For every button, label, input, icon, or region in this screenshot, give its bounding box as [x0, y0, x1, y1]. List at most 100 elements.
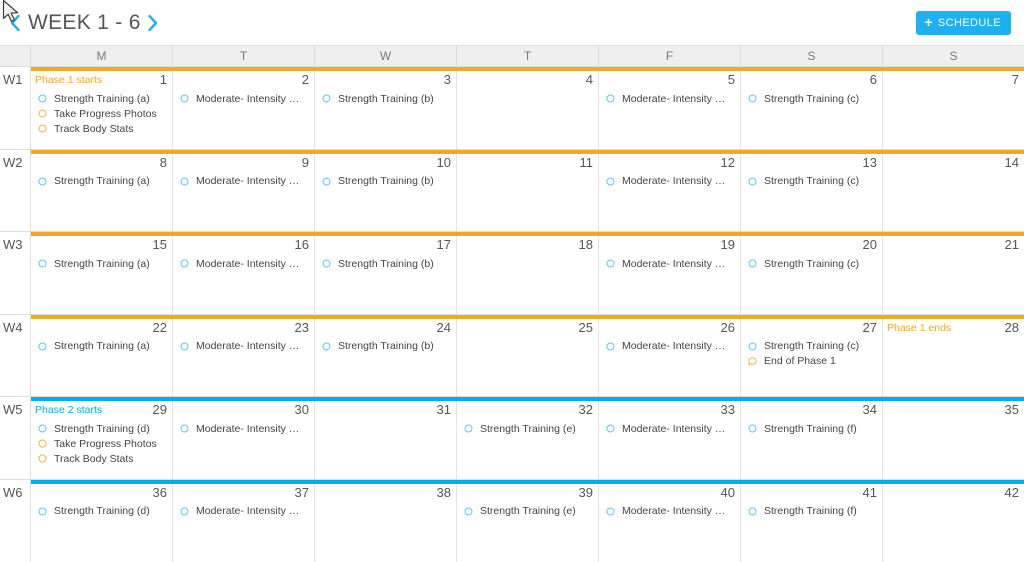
day-cell[interactable]: 16 Moderate- Intensity … [173, 232, 315, 314]
day-cell[interactable]: 14 [883, 149, 1024, 231]
day-cell[interactable]: 33 Moderate- Intensity … [599, 397, 741, 479]
day-cell[interactable]: 39 Strength Training (e) [457, 479, 599, 562]
day-cell[interactable]: 23 Moderate- Intensity … [173, 314, 315, 396]
day-cell[interactable]: 2 Moderate- Intensity … [173, 67, 315, 149]
circle-icon[interactable] [748, 341, 757, 351]
circle-icon[interactable] [38, 424, 47, 433]
circle-icon[interactable] [464, 424, 473, 433]
day-cell[interactable]: 10 Strength Training (b) [315, 149, 457, 231]
circle-icon[interactable] [606, 259, 615, 268]
previous-period-button[interactable] [4, 9, 26, 37]
event-item[interactable]: Strength Training (b) [322, 256, 452, 271]
day-cell[interactable]: 15 Strength Training (a) [31, 232, 173, 314]
circle-icon[interactable] [38, 124, 47, 133]
circle-icon[interactable] [180, 176, 189, 186]
circle-icon[interactable] [606, 506, 615, 516]
day-cell[interactable]: 37 Moderate- Intensity … [173, 479, 315, 562]
event-item[interactable]: Moderate- Intensity … [606, 339, 736, 354]
day-cell[interactable]: 26 Moderate- Intensity … [599, 314, 741, 396]
speech-bubble-icon[interactable] [748, 356, 757, 366]
day-cell[interactable]: Phase 1 starts 1 Strength Training (a) Take… [31, 67, 173, 149]
event-item[interactable]: Strength Training (c) [748, 339, 878, 354]
day-cell[interactable]: 32 Strength Training (e) [457, 397, 599, 479]
circle-icon[interactable] [322, 341, 331, 351]
event-item[interactable]: Moderate- Intensity … [180, 504, 310, 519]
circle-icon[interactable] [606, 94, 615, 103]
event-item[interactable]: Moderate- Intensity … [180, 256, 310, 271]
circle-icon[interactable] [180, 506, 189, 516]
day-cell[interactable]: 19 Moderate- Intensity … [599, 232, 741, 314]
circle-icon[interactable] [38, 176, 47, 186]
day-cell[interactable]: 24 Strength Training (b) [315, 314, 457, 396]
day-cell[interactable]: 31 [315, 397, 457, 479]
event-item[interactable]: Moderate- Intensity … [180, 174, 310, 189]
circle-icon[interactable] [748, 506, 757, 516]
event-item[interactable]: Strength Training (a) [38, 256, 168, 271]
circle-icon[interactable] [322, 259, 331, 268]
circle-icon[interactable] [322, 94, 331, 103]
circle-icon[interactable] [464, 506, 473, 516]
event-item[interactable]: Moderate- Intensity … [606, 504, 736, 519]
day-cell[interactable]: 34 Strength Training (f) [741, 397, 883, 479]
event-item[interactable]: Take Progress Photos [38, 106, 168, 121]
circle-icon[interactable] [180, 259, 189, 268]
day-cell[interactable]: 38 [315, 479, 457, 562]
event-item[interactable]: Moderate- Intensity … [606, 421, 736, 436]
event-item[interactable]: Strength Training (c) [748, 174, 878, 189]
add-schedule-button[interactable]: + SCHEDULE [916, 11, 1011, 35]
day-cell[interactable]: 36 Strength Training (d) [31, 479, 173, 562]
circle-icon[interactable] [748, 259, 757, 268]
event-item[interactable]: Strength Training (e) [464, 421, 594, 436]
event-item[interactable]: Strength Training (e) [464, 504, 594, 519]
day-cell[interactable]: 11 [457, 149, 599, 231]
day-cell[interactable]: 25 [457, 314, 599, 396]
event-item[interactable]: Strength Training (f) [748, 504, 878, 519]
event-item[interactable]: Strength Training (c) [748, 91, 878, 106]
circle-icon[interactable] [180, 341, 189, 351]
day-cell[interactable]: 20 Strength Training (c) [741, 232, 883, 314]
day-cell[interactable]: 40 Moderate- Intensity … [599, 479, 741, 562]
event-item[interactable]: Strength Training (c) [748, 256, 878, 271]
event-item[interactable]: Track Body Stats [38, 121, 168, 136]
day-cell[interactable]: 9 Moderate- Intensity … [173, 149, 315, 231]
circle-icon[interactable] [38, 259, 47, 268]
circle-icon[interactable] [748, 94, 757, 103]
day-cell[interactable]: 17 Strength Training (b) [315, 232, 457, 314]
event-item[interactable]: Strength Training (d) [38, 421, 168, 436]
circle-icon[interactable] [38, 506, 47, 516]
event-item[interactable]: Moderate- Intensity … [180, 421, 310, 436]
day-cell[interactable]: 18 [457, 232, 599, 314]
circle-icon[interactable] [38, 341, 47, 351]
circle-icon[interactable] [748, 176, 757, 186]
event-item[interactable]: Strength Training (a) [38, 174, 168, 189]
circle-icon[interactable] [38, 439, 47, 448]
circle-icon[interactable] [606, 341, 615, 351]
day-cell[interactable]: 3 Strength Training (b) [315, 67, 457, 149]
event-item[interactable]: Strength Training (a) [38, 339, 168, 354]
circle-icon[interactable] [38, 109, 47, 118]
day-cell[interactable]: 8 Strength Training (a) [31, 149, 173, 231]
event-item[interactable]: Track Body Stats [38, 451, 168, 466]
event-item[interactable]: End of Phase 1 [748, 354, 878, 369]
circle-icon[interactable] [180, 424, 189, 433]
circle-icon[interactable] [38, 454, 47, 463]
circle-icon[interactable] [606, 424, 615, 433]
event-item[interactable]: Strength Training (f) [748, 421, 878, 436]
day-cell[interactable]: 4 [457, 67, 599, 149]
day-cell[interactable]: 30 Moderate- Intensity … [173, 397, 315, 479]
day-cell[interactable]: 7 [883, 67, 1024, 149]
event-item[interactable]: Strength Training (b) [322, 91, 452, 106]
event-item[interactable]: Take Progress Photos [38, 436, 168, 451]
circle-icon[interactable] [748, 424, 757, 433]
day-cell[interactable]: 12 Moderate- Intensity … [599, 149, 741, 231]
day-cell[interactable]: Phase 1 ends 28 [883, 314, 1024, 396]
event-item[interactable]: Moderate- Intensity … [606, 256, 736, 271]
day-cell[interactable]: 27 Strength Training (c) End of Phase 1 [741, 314, 883, 396]
day-cell[interactable]: 22 Strength Training (a) [31, 314, 173, 396]
next-period-button[interactable] [140, 9, 164, 37]
day-cell[interactable]: 5 Moderate- Intensity … [599, 67, 741, 149]
event-item[interactable]: Moderate- Intensity … [180, 339, 310, 354]
event-item[interactable]: Moderate- Intensity … [180, 91, 310, 106]
event-item[interactable]: Moderate- Intensity … [606, 91, 736, 106]
day-cell[interactable]: 41 Strength Training (f) [741, 479, 883, 562]
